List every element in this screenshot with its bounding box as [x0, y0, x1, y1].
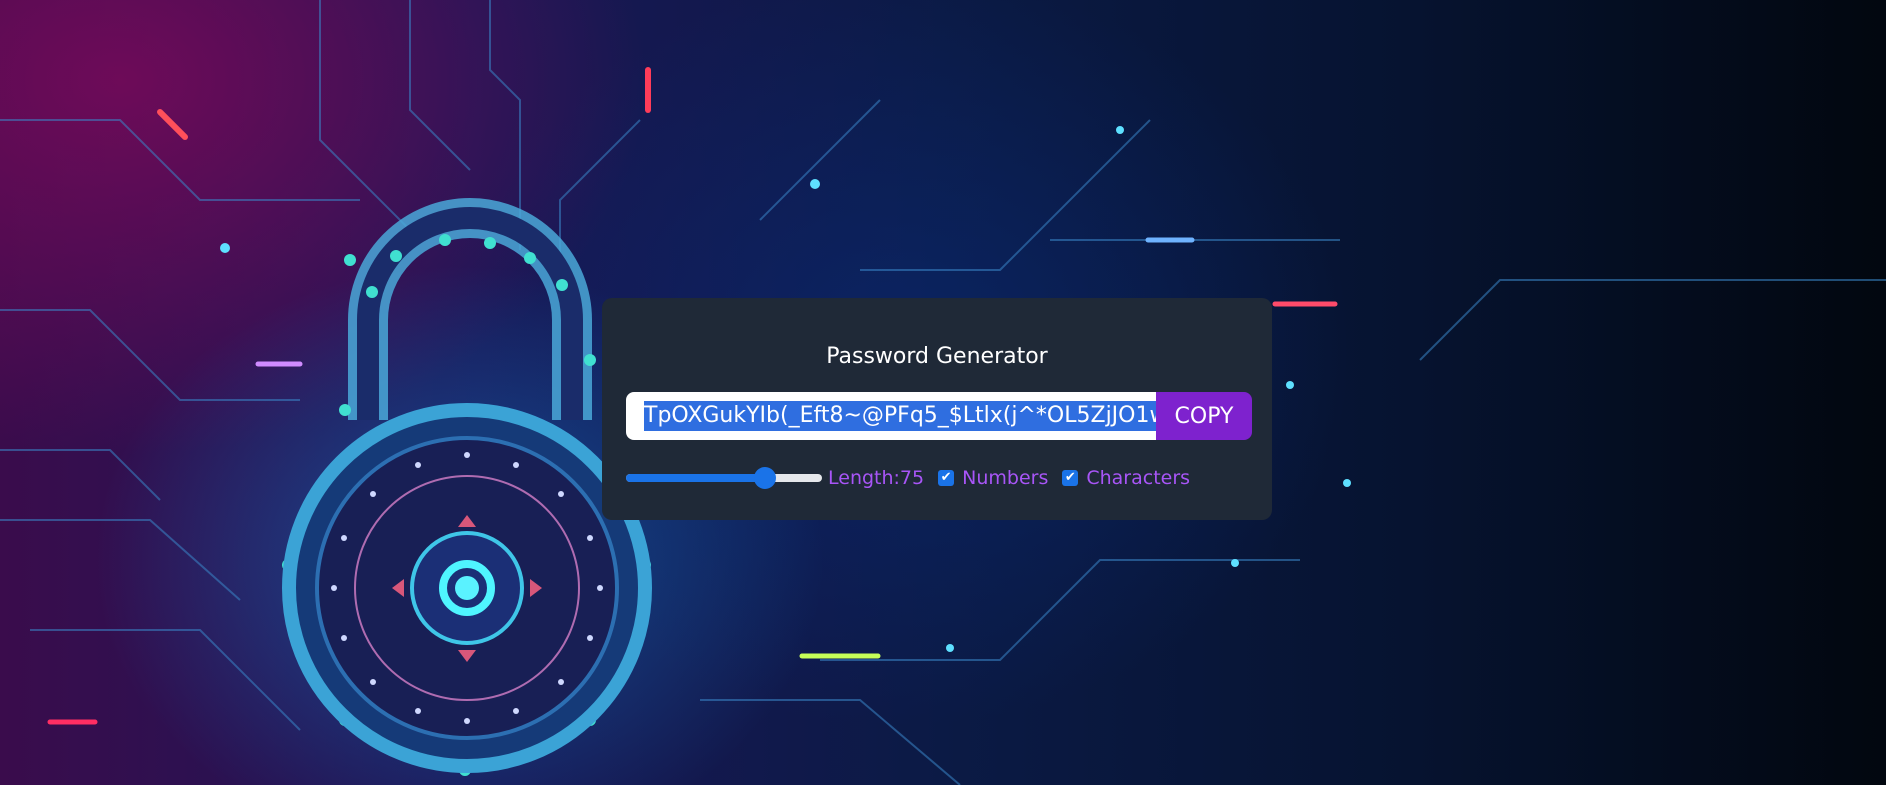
password-row: TpOXGukYIb(_Eft8~@PFq5_$Ltlx(j^*OL5ZjJO1… [626, 392, 1252, 440]
length-label: Length:75 [828, 467, 925, 489]
password-field[interactable]: TpOXGukYIb(_Eft8~@PFq5_$Ltlx(j^*OL5ZjJO1… [626, 392, 1156, 440]
slider-fill [626, 474, 766, 482]
slider-thumb[interactable] [754, 467, 777, 489]
characters-checkbox[interactable]: ✔ [1062, 470, 1079, 486]
check-icon: ✔ [940, 470, 952, 485]
app-title: Password Generator [826, 344, 1048, 369]
numbers-checkbox[interactable]: ✔ [938, 470, 955, 486]
password-generator-card: Password Generator TpOXGukYIb(_Eft8~@PFq… [602, 298, 1272, 520]
numbers-label[interactable]: Numbers [962, 467, 1048, 489]
slider-track [626, 474, 822, 482]
password-text: TpOXGukYIb(_Eft8~@PFq5_$Ltlx(j^*OL5ZjJO1… [644, 401, 1156, 431]
check-icon: ✔ [1064, 470, 1076, 485]
length-slider[interactable] [626, 465, 822, 491]
options-row: Length:75 ✔ Numbers ✔ Characters [626, 465, 1190, 491]
characters-label[interactable]: Characters [1086, 467, 1190, 489]
copy-button[interactable]: COPY [1156, 392, 1252, 440]
